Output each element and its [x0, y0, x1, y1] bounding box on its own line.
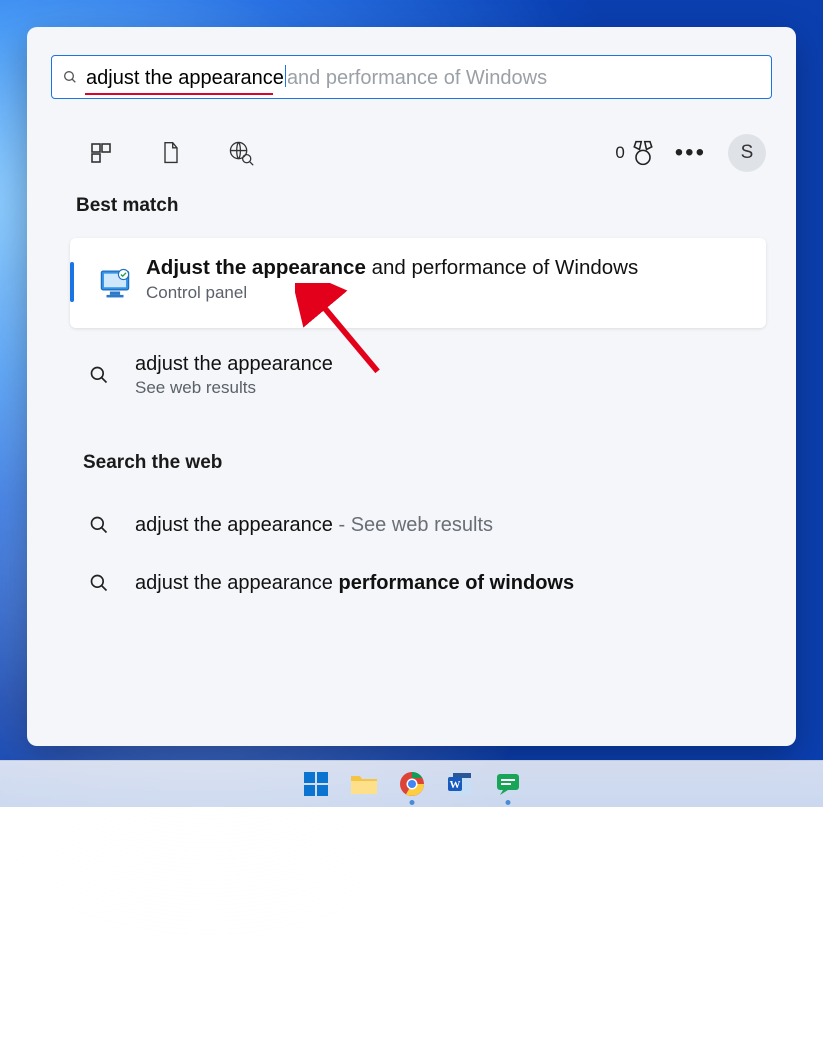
selection-accent	[70, 262, 74, 302]
web-result-3-bold: performance of windows	[339, 572, 575, 594]
taskbar-word[interactable]: W	[445, 769, 475, 799]
start-icon	[303, 771, 329, 797]
best-match-result[interactable]: Adjust the appearance and performance of…	[70, 238, 766, 328]
web-result-2-suffix: - See web results	[333, 514, 493, 536]
search-icon	[89, 515, 109, 535]
scope-apps-button[interactable]	[79, 131, 123, 175]
best-match-subtitle: Control panel	[146, 283, 750, 303]
web-result-3-text: adjust the appearance performance of win…	[135, 572, 574, 595]
web-result-2-text: adjust the appearance - See web results	[135, 514, 493, 537]
start-search-panel: adjust the appearanceand performance of …	[27, 27, 796, 746]
ellipsis-icon: •••	[675, 139, 706, 166]
search-icon	[62, 69, 78, 85]
best-match-title-rest: and performance of Windows	[366, 256, 638, 279]
scope-documents-button[interactable]	[149, 131, 193, 175]
best-match-title: Adjust the appearance and performance of…	[146, 256, 750, 280]
search-suggestion-ghost: and performance of Windows	[287, 67, 547, 89]
search-icon	[89, 573, 109, 593]
rewards-indicator[interactable]: 0	[615, 139, 656, 167]
web-result-2-prefix: adjust the appearance	[135, 514, 333, 536]
chat-icon	[495, 771, 521, 797]
running-indicator	[505, 800, 510, 805]
avatar-initial: S	[741, 142, 754, 164]
search-typed-text: adjust the appearance	[86, 67, 284, 89]
web-result-3[interactable]: adjust the appearance performance of win…	[85, 555, 756, 611]
svg-text:W: W	[449, 779, 460, 791]
rewards-points: 0	[615, 143, 624, 163]
globe-search-icon	[228, 140, 254, 166]
web-result-2[interactable]: adjust the appearance - See web results	[85, 497, 756, 553]
web-result-1-subtitle: See web results	[135, 378, 333, 398]
scope-web-button[interactable]	[219, 131, 263, 175]
chrome-icon	[399, 771, 425, 797]
more-options-button[interactable]: •••	[675, 139, 706, 167]
web-result-1-title: adjust the appearance	[135, 353, 333, 376]
text-caret	[285, 65, 286, 87]
taskbar-chat[interactable]	[493, 769, 523, 799]
web-result-1[interactable]: adjust the appearance See web results	[85, 347, 756, 403]
file-explorer-icon	[350, 772, 378, 796]
search-icon	[89, 365, 109, 385]
document-icon	[160, 141, 182, 165]
rewards-medal-icon	[629, 139, 657, 167]
best-match-title-bold: Adjust the appearance	[146, 256, 366, 279]
web-result-3-prefix: adjust the appearance	[135, 572, 339, 594]
performance-options-icon	[98, 266, 132, 300]
section-search-web-title: Search the web	[83, 452, 222, 474]
search-text: adjust the appearanceand performance of …	[86, 65, 547, 90]
section-best-match-title: Best match	[76, 195, 178, 217]
taskbar-file-explorer[interactable]	[349, 769, 379, 799]
search-scope-toolbar: 0 ••• S	[79, 123, 766, 183]
taskbar-chrome[interactable]	[397, 769, 427, 799]
user-avatar[interactable]: S	[728, 134, 766, 172]
running-indicator	[409, 800, 414, 805]
apps-grid-icon	[89, 141, 113, 165]
annotation-underline	[85, 93, 273, 95]
taskbar: W	[0, 760, 823, 807]
taskbar-start-button[interactable]	[301, 769, 331, 799]
word-icon: W	[447, 771, 473, 797]
